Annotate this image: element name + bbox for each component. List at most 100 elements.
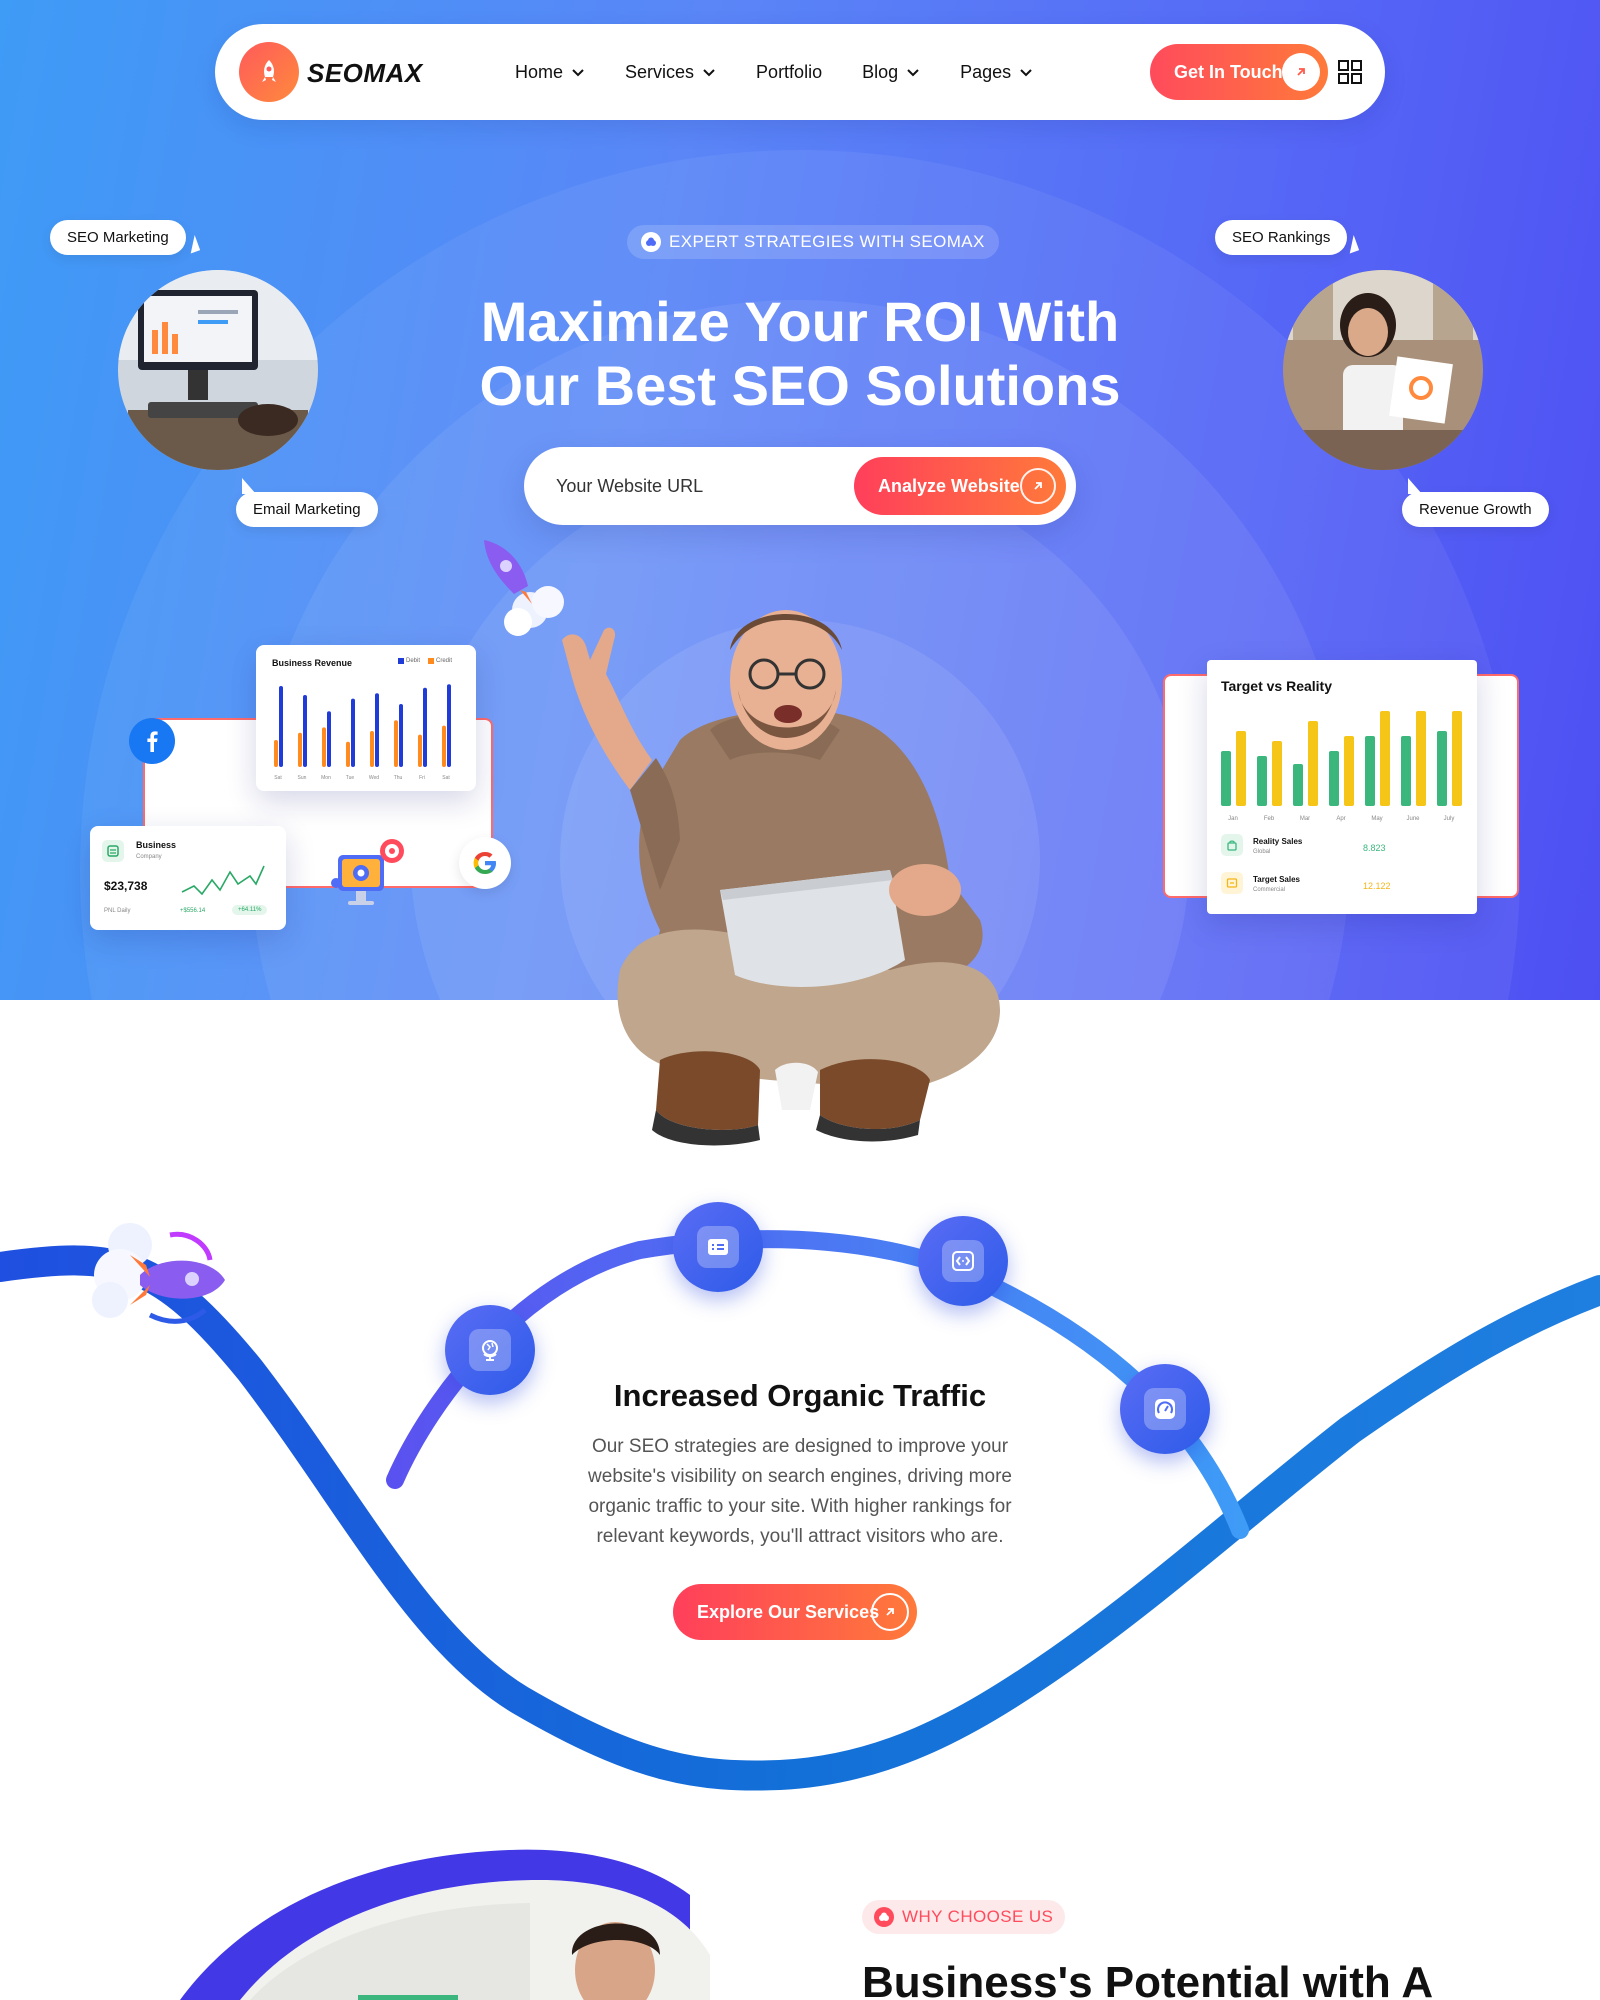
reality-value: 8.823 <box>1363 843 1386 853</box>
bubble-label: SEO Marketing <box>67 229 169 246</box>
ticket-icon <box>1221 872 1243 894</box>
legend-credit: Credit <box>428 658 452 664</box>
target-card-title: Target vs Reality <box>1221 678 1333 694</box>
bar-debit <box>423 687 427 767</box>
bar-credit <box>346 741 350 767</box>
bar-credit <box>274 740 278 767</box>
tick-label: Mon <box>321 775 331 781</box>
rocket-icon <box>92 1223 225 1324</box>
bar-reality <box>1221 751 1231 806</box>
grid-menu-icon[interactable] <box>1338 60 1362 84</box>
sparkline <box>181 865 265 896</box>
menu-label: Home <box>515 61 564 82</box>
revenue-legend: Debit Credit <box>398 658 452 664</box>
hero-eyebrow: EXPERT STRATEGIES WITH SEOMAX <box>627 225 999 259</box>
bar-credit <box>418 734 422 767</box>
bar-debit <box>303 695 307 767</box>
analyze-website-button[interactable]: Analyze Website <box>854 457 1066 515</box>
hero-title-line2: Our Best SEO Solutions <box>479 354 1121 417</box>
why-tag-text: WHY CHOOSE US <box>902 1907 1054 1926</box>
target-label: Target Sales <box>1253 875 1300 884</box>
tick-label: Wed <box>369 775 379 781</box>
bar-target <box>1380 711 1390 806</box>
why-title: Business's Potential with A <box>862 1958 1434 2000</box>
bar-credit <box>298 732 302 767</box>
pnl-label: PNL Daily <box>104 908 131 914</box>
bar-reality <box>1257 756 1267 806</box>
website-url-input[interactable] <box>556 469 836 503</box>
chevron-down-icon <box>572 69 584 77</box>
bar-target <box>1452 711 1462 806</box>
analyze-label: Analyze Website <box>878 475 1020 496</box>
cloud-badge-icon <box>874 1907 894 1927</box>
page: SEOMAX Home Services Portfolio Blog Page… <box>0 0 1600 2000</box>
target-bar-chart: Jan Feb Mar Apr May June July <box>1221 711 1462 822</box>
bar-debit <box>375 693 379 767</box>
navbar: SEOMAX Home Services Portfolio Blog Page… <box>215 24 1385 120</box>
menu-item-blog[interactable]: Blog <box>862 62 920 83</box>
tick-label: Feb <box>1264 816 1275 822</box>
menu-item-portfolio[interactable]: Portfolio <box>756 62 822 83</box>
hero-person-image <box>562 610 1000 1146</box>
logo-icon[interactable] <box>239 42 299 102</box>
logo-text[interactable]: SEOMAX <box>307 58 423 89</box>
pnl-badge: +64.11% <box>232 905 268 915</box>
google-icon[interactable] <box>459 837 511 889</box>
feature-description: Our SEO strategies are designed to impro… <box>588 1436 1012 1547</box>
bar-reality <box>1437 731 1447 806</box>
revenue-bar-chart: Sat Sun Mon Tue Wed Thu Fri Sat <box>274 684 451 781</box>
ledger-icon <box>102 840 124 862</box>
bubble-seo-rankings: SEO Rankings <box>1215 220 1360 257</box>
why-tag: WHY CHOOSE US <box>862 1900 1066 1934</box>
tick-label: Fri <box>419 775 425 781</box>
legend-label: Credit <box>436 658 453 664</box>
business-revenue-card: Business Revenue Debit Credit Sat Sun Mon T… <box>256 645 476 791</box>
pnl-title: Business <box>136 840 177 850</box>
bar-credit <box>394 720 398 767</box>
explore-services-button[interactable]: Explore Our Services <box>673 1584 917 1640</box>
bubble-revenue-growth: Revenue Growth <box>1402 478 1549 527</box>
code-brackets-icon <box>942 1240 984 1282</box>
main-menu: Home Services Portfolio Blog Pages <box>515 24 1033 120</box>
pnl-subtitle: Company <box>136 854 162 860</box>
bubble-label: Revenue Growth <box>1419 501 1532 518</box>
bar-debit <box>279 686 283 767</box>
tick-label: June <box>1406 816 1420 822</box>
cloud-badge-icon <box>641 232 661 252</box>
feature-title: Increased Organic Traffic <box>613 1378 987 1413</box>
target-value: 12.122 <box>1363 881 1391 891</box>
step-node-code[interactable] <box>918 1216 1008 1306</box>
get-in-touch-button[interactable]: Get In Touch <box>1150 44 1328 100</box>
target-sub: Commercial <box>1253 887 1286 893</box>
facebook-icon[interactable] <box>129 718 175 764</box>
reality-sub: Global <box>1253 849 1271 855</box>
bar-debit <box>351 698 355 767</box>
tick-label: Sat <box>274 775 282 781</box>
bubble-email-marketing: Email Marketing <box>236 478 378 527</box>
bar-target <box>1308 721 1318 806</box>
bar-debit <box>447 684 451 767</box>
explore-label: Explore Our Services <box>697 1601 880 1622</box>
tick-label: May <box>1371 816 1382 822</box>
bar-reality <box>1293 764 1303 806</box>
menu-item-pages[interactable]: Pages <box>960 62 1033 83</box>
bubble-label: SEO Rankings <box>1232 229 1331 246</box>
bar-target <box>1344 736 1354 806</box>
bar-target <box>1272 741 1282 806</box>
step-node-list[interactable] <box>673 1202 763 1292</box>
bar-credit <box>370 731 374 767</box>
menu-item-services[interactable]: Services <box>625 62 716 83</box>
list-icon <box>697 1226 739 1268</box>
tick-label: Thu <box>394 775 403 781</box>
bar-target <box>1416 711 1426 806</box>
why-image <box>180 1849 710 2000</box>
eyebrow-text: EXPERT STRATEGIES WITH SEOMAX <box>669 232 985 251</box>
pnl-change: +$556.14 <box>180 908 206 914</box>
tick-label: Tue <box>346 775 355 781</box>
bar-credit <box>322 727 326 767</box>
bar-debit <box>327 711 331 767</box>
business-pnl-card: Business Company $23,738 PNL Daily +$556… <box>90 826 286 930</box>
menu-item-home[interactable]: Home <box>515 62 585 83</box>
globe-icon <box>469 1329 511 1371</box>
chevron-down-icon <box>703 69 715 77</box>
